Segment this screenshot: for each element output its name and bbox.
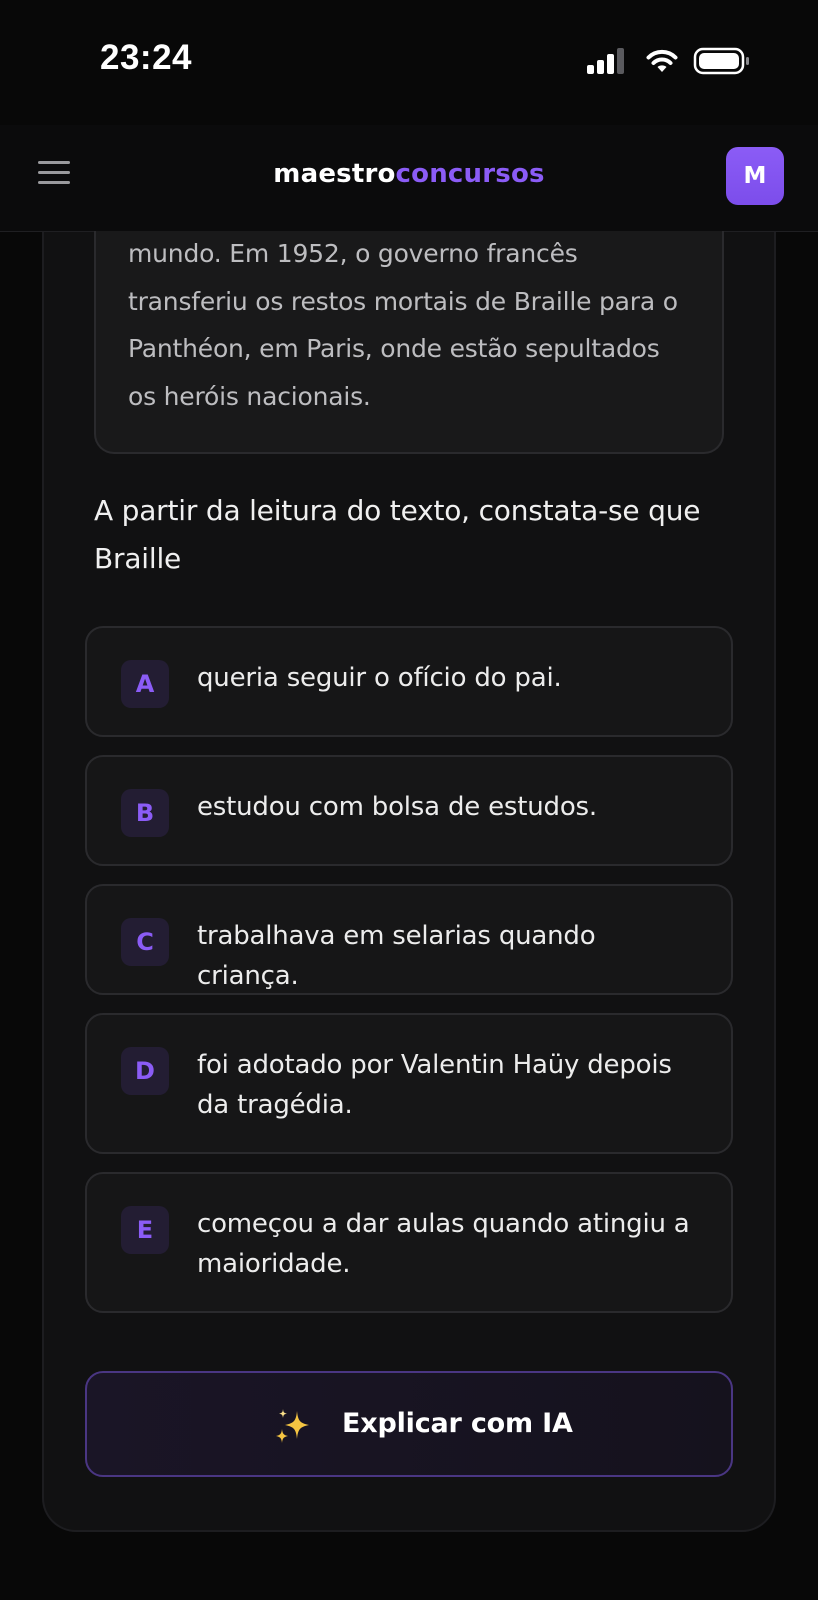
explain-with-ai-button[interactable]: Explicar com IA xyxy=(85,1371,733,1477)
passage-line: mundo. Em 1952, o governo francês xyxy=(128,239,578,268)
option-letter-badge: E xyxy=(121,1206,169,1254)
option-text: estudou com bolsa de estudos. xyxy=(197,792,597,822)
option-letter-badge: A xyxy=(121,660,169,708)
option-c[interactable]: C trabalhava em selarias quando criança. xyxy=(85,884,733,995)
brand-logo[interactable]: maestroconcursos xyxy=(0,159,818,189)
app-header: maestroconcursos M xyxy=(0,125,818,232)
passage-line: transferiu os restos mortais de Braille … xyxy=(128,287,678,316)
question-text: Braille xyxy=(94,542,182,575)
passage-line: Panthéon, em Paris, onde estão sepultado… xyxy=(128,334,660,363)
option-letter-badge: B xyxy=(121,789,169,837)
option-letter-badge: C xyxy=(121,918,169,966)
option-d[interactable]: D foi adotado por Valentin Haüy depois d… xyxy=(85,1013,733,1154)
cellular-signal-icon xyxy=(587,48,624,74)
option-a[interactable]: A queria seguir o ofício do pai. xyxy=(85,626,733,737)
user-avatar[interactable]: M xyxy=(726,147,784,205)
option-e[interactable]: E começou a dar aulas quando atingiu a m… xyxy=(85,1172,733,1313)
option-text: começou a dar aulas quando atingiu a mai… xyxy=(197,1209,690,1279)
sparkles-icon xyxy=(276,1409,309,1443)
status-bar: 23:24 xyxy=(0,0,818,125)
option-text: foi adotado por Valentin Haüy depois da … xyxy=(197,1050,672,1120)
option-letter-badge: D xyxy=(121,1047,169,1095)
brand-text-maestro: maestro xyxy=(273,159,396,189)
brand-text-concursos: concursos xyxy=(395,159,545,189)
battery-icon xyxy=(693,47,749,75)
question-text: A partir da leitura do texto, constata-s… xyxy=(94,494,701,527)
explain-with-ai-label: Explicar com IA xyxy=(342,1408,573,1439)
option-text: queria seguir o ofício do pai. xyxy=(197,663,562,693)
wifi-icon xyxy=(646,49,678,72)
status-time: 23:24 xyxy=(100,38,193,77)
option-b[interactable]: B estudou com bolsa de estudos. xyxy=(85,755,733,866)
passage-line: os heróis nacionais. xyxy=(128,382,371,411)
option-text: trabalhava em selarias quando criança. xyxy=(197,921,596,991)
